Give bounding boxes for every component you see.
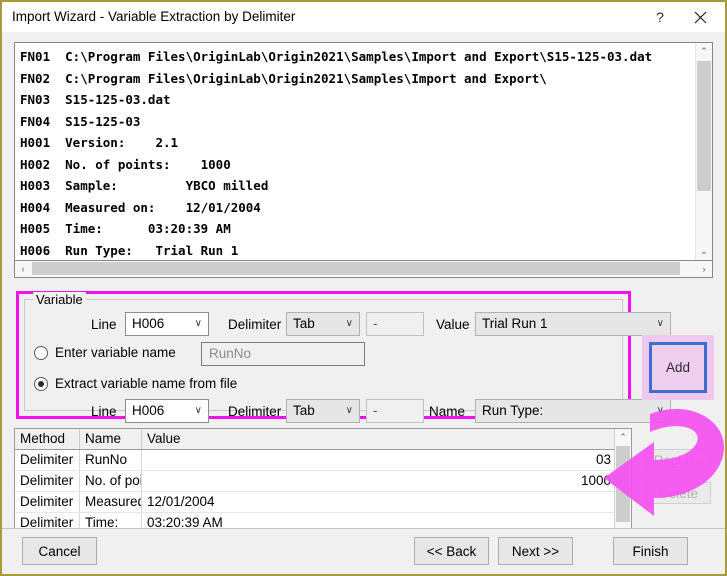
preview-hscroll-thumb[interactable] (32, 262, 680, 275)
name-custom-delimiter-input[interactable]: - (366, 399, 424, 423)
name-delimiter-combo[interactable]: Tab ∨ (286, 399, 360, 423)
name-line-label: Line (91, 404, 117, 419)
chevron-down-icon: ∨ (657, 318, 664, 329)
value-delimiter-label: Delimiter (228, 317, 281, 332)
value-delimiter-combo[interactable]: Tab ∨ (286, 312, 360, 336)
chevron-down-icon: ∨ (346, 405, 353, 416)
add-button-highlight: Add (642, 335, 714, 400)
preview-vscroll-thumb[interactable] (697, 61, 711, 191)
title-bar: Import Wizard - Variable Extraction by D… (2, 2, 725, 32)
next-button[interactable]: Next >> (498, 537, 573, 565)
value-combo[interactable]: Trial Run 1 ∨ (475, 312, 671, 336)
cancel-button[interactable]: Cancel (22, 537, 97, 565)
file-preview-text: FN01 C:\Program Files\OriginLab\Origin20… (20, 46, 652, 261)
variable-name-input[interactable]: RunNo (201, 342, 365, 366)
chevron-down-icon: ∨ (195, 318, 202, 329)
add-button[interactable]: Add (649, 342, 707, 393)
import-wizard-window: Import Wizard - Variable Extraction by D… (0, 0, 727, 576)
scroll-left-icon[interactable]: ‹ (15, 261, 31, 276)
close-icon[interactable] (683, 2, 717, 32)
scroll-right-icon[interactable]: › (696, 261, 712, 276)
extract-variable-name-radio[interactable]: Extract variable name from file (34, 376, 237, 391)
cell-name: Measured (80, 492, 142, 512)
name-delimiter-combo-text: Tab (293, 403, 315, 418)
chevron-down-icon: ∨ (657, 405, 664, 416)
variable-groupbox: Variable Line H006 ∨ Delimiter Tab ∨ - V… (24, 299, 623, 411)
value-line-label: Line (91, 317, 117, 332)
column-header-method[interactable]: Method (15, 429, 80, 449)
column-header-name[interactable]: Name (80, 429, 142, 449)
scroll-up-icon[interactable]: ⌃ (696, 43, 712, 60)
table-row[interactable]: Delimiter RunNo 03 (15, 450, 631, 471)
enter-variable-name-radio[interactable]: Enter variable name (34, 345, 176, 360)
name-label: Name (429, 404, 465, 419)
file-preview-textbox[interactable]: FN01 C:\Program Files\OriginLab\Origin20… (14, 42, 713, 261)
column-header-value[interactable]: Value (142, 429, 616, 449)
table-row[interactable]: Delimiter Measured 12/01/2004 (15, 492, 631, 513)
cell-name: No. of poir (80, 471, 142, 491)
cell-method: Delimiter (15, 471, 80, 491)
variable-group-legend: Variable (33, 292, 86, 307)
extract-variable-name-label: Extract variable name from file (55, 376, 237, 391)
name-line-combo-text: H006 (132, 403, 164, 418)
cell-method: Delimiter (15, 492, 80, 512)
value-delimiter-combo-text: Tab (293, 316, 315, 331)
value-line-combo-text: H006 (132, 316, 164, 331)
value-combo-text: Trial Run 1 (482, 316, 548, 331)
table-vscroll-thumb[interactable] (616, 446, 630, 522)
footer-button-bar: Cancel << Back Next >> Finish (2, 528, 725, 574)
window-title: Import Wizard - Variable Extraction by D… (12, 9, 295, 24)
table-row[interactable]: Delimiter No. of poir 1000 (15, 471, 631, 492)
chevron-down-icon: ∨ (195, 405, 202, 416)
name-combo-text: Run Type: (482, 403, 543, 418)
radio-icon[interactable] (34, 377, 48, 391)
cell-value-right: 03 (142, 450, 616, 470)
value-custom-delimiter-input[interactable]: - (366, 312, 424, 336)
table-header-row: Method Name Value (15, 429, 631, 450)
value-line-combo[interactable]: H006 ∨ (125, 312, 209, 336)
cell-value-right: 1000 (142, 471, 616, 491)
cell-name: RunNo (80, 450, 142, 470)
cell-method: Delimiter (15, 450, 80, 470)
variable-group-highlight: Variable Line H006 ∨ Delimiter Tab ∨ - V… (16, 291, 631, 419)
name-delimiter-label: Delimiter (228, 404, 281, 419)
name-line-combo[interactable]: H006 ∨ (125, 399, 209, 423)
help-icon[interactable]: ? (643, 2, 677, 32)
value-custom-delimiter-text: - (373, 316, 378, 331)
variable-name-placeholder: RunNo (209, 346, 251, 361)
enter-variable-name-label: Enter variable name (55, 345, 176, 360)
back-button[interactable]: << Back (414, 537, 489, 565)
value-label: Value (436, 317, 470, 332)
scroll-up-icon[interactable]: ⌃ (615, 429, 631, 446)
chevron-down-icon: ∨ (346, 318, 353, 329)
name-custom-delimiter-text: - (373, 403, 378, 418)
name-combo[interactable]: Run Type: ∨ (475, 399, 671, 423)
client-area: FN01 C:\Program Files\OriginLab\Origin20… (2, 32, 725, 574)
preview-horizontal-scrollbar[interactable]: ‹ › (14, 261, 713, 278)
scroll-down-icon[interactable]: ⌄ (696, 243, 712, 260)
cell-value: 12/01/2004 (142, 492, 616, 512)
replace-button: Replace (646, 449, 711, 471)
delete-button: Delete (646, 482, 711, 504)
preview-vertical-scrollbar[interactable]: ⌃ ⌄ (695, 43, 712, 260)
finish-button[interactable]: Finish (613, 537, 688, 565)
radio-icon[interactable] (34, 346, 48, 360)
